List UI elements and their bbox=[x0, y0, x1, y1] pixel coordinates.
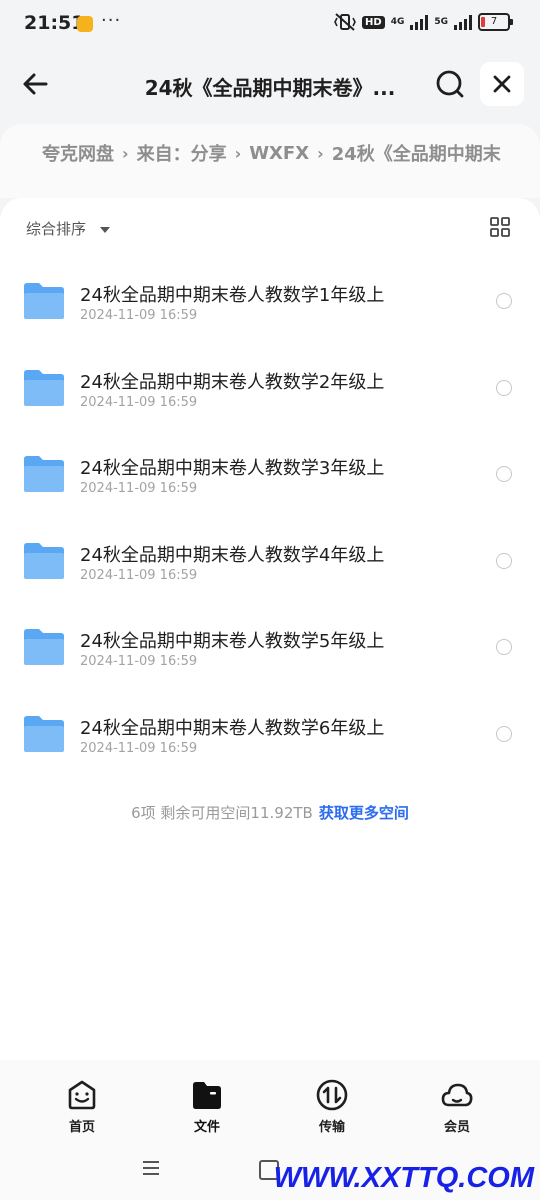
notification-icon bbox=[77, 16, 93, 32]
chevron-right-icon: › bbox=[234, 143, 242, 163]
caret-down-icon bbox=[100, 226, 111, 233]
grid-view-icon[interactable] bbox=[490, 217, 510, 237]
breadcrumb-item-current: 24秋《全品期中期末 bbox=[331, 144, 501, 165]
hd-badge: HD bbox=[362, 15, 385, 29]
select-radio[interactable] bbox=[496, 725, 512, 742]
status-bar: 21:51 ··· HD 4G 5G 7 bbox=[0, 0, 540, 48]
bottom-nav: 首页 文件 传输 会员 bbox=[0, 1060, 540, 1140]
folder-filled-icon bbox=[193, 1082, 221, 1109]
nav-item-member[interactable]: 会员 bbox=[412, 1078, 502, 1135]
file-list: 24秋全品期中期末卷人教数学1年级上 2024-11-09 16:59 24秋全… bbox=[0, 254, 540, 774]
breadcrumb-item-wxfx[interactable]: WXFX bbox=[249, 143, 309, 164]
nav-label-files: 文件 bbox=[193, 1120, 220, 1135]
network-5g-label: 5G bbox=[434, 16, 448, 27]
get-more-space-link[interactable]: 获取更多空间 bbox=[319, 804, 409, 822]
signal-icon bbox=[410, 14, 429, 30]
folder-icon bbox=[24, 715, 64, 752]
folder-icon bbox=[24, 283, 64, 319]
nav-item-files[interactable]: 文件 bbox=[162, 1078, 252, 1135]
file-name: 24秋全品期中期末卷人教数学6年级上 bbox=[80, 717, 385, 739]
file-list-card: 综合排序 24秋全品期中期末卷人教数学1年级上 2024-11-09 16:59… bbox=[0, 198, 540, 1060]
breadcrumb-item-root[interactable]: 夸克网盘 bbox=[42, 140, 114, 166]
transfer-icon bbox=[316, 1079, 348, 1111]
folder-icon bbox=[24, 456, 64, 493]
chevron-right-icon: › bbox=[317, 143, 324, 163]
file-name: 24秋全品期中期末卷人教数学3年级上 bbox=[80, 458, 385, 480]
file-name: 24秋全品期中期末卷人教数学2年级上 bbox=[80, 371, 385, 393]
home-face-icon bbox=[68, 1080, 96, 1110]
nav-item-transfer[interactable]: 传输 bbox=[287, 1078, 377, 1135]
nav-label-home: 首页 bbox=[68, 1120, 95, 1135]
file-date: 2024-11-09 16:59 bbox=[80, 654, 198, 670]
select-radio[interactable] bbox=[496, 639, 512, 656]
list-item[interactable]: 24秋全品期中期末卷人教数学1年级上 2024-11-09 16:59 bbox=[0, 254, 540, 341]
file-name: 24秋全品期中期末卷人教数学4年级上 bbox=[80, 544, 385, 566]
menu-icon[interactable] bbox=[142, 1160, 160, 1176]
folder-icon bbox=[24, 629, 64, 666]
file-date: 2024-11-09 16:59 bbox=[80, 481, 198, 497]
close-button[interactable] bbox=[480, 62, 524, 106]
select-radio[interactable] bbox=[496, 379, 512, 396]
app-header: 24秋《全品期中期末卷》... bbox=[0, 56, 540, 116]
nav-item-home[interactable]: 首页 bbox=[37, 1078, 127, 1135]
list-item[interactable]: 24秋全品期中期末卷人教数学5年级上 2024-11-09 16:59 bbox=[0, 600, 540, 687]
list-item[interactable]: 24秋全品期中期末卷人教数学4年级上 2024-11-09 16:59 bbox=[0, 514, 540, 601]
nav-label-member: 会员 bbox=[443, 1120, 470, 1135]
storage-summary: 6项 剩余可用空间11.92TB 获取更多空间 bbox=[0, 802, 540, 823]
folder-icon bbox=[24, 542, 64, 579]
chevron-right-icon: › bbox=[122, 143, 129, 163]
breadcrumb-item-share[interactable]: 来自：分享 bbox=[137, 140, 227, 166]
file-date: 2024-11-09 16:59 bbox=[80, 567, 198, 583]
select-radio[interactable] bbox=[496, 293, 512, 309]
page-title: 24秋《全品期中期末卷》... bbox=[144, 76, 396, 100]
back-arrow-icon[interactable] bbox=[18, 66, 54, 102]
storage-info-text: 6项 剩余可用空间11.92TB bbox=[131, 804, 313, 822]
breadcrumb-card: 夸克网盘 › 来自：分享 › WXFX › 24秋《全品期中期末 bbox=[0, 124, 540, 198]
system-nav-bar: WWW.XXTTQ.COM bbox=[0, 1140, 540, 1200]
signal-icon bbox=[454, 14, 472, 30]
close-icon bbox=[493, 75, 511, 93]
folder-icon bbox=[24, 369, 64, 406]
watermark-text: WWW.XXTTQ.COM bbox=[273, 1162, 534, 1194]
vibrate-icon bbox=[334, 13, 356, 31]
list-item[interactable]: 24秋全品期中期末卷人教数学3年级上 2024-11-09 16:59 bbox=[0, 427, 540, 514]
file-name: 24秋全品期中期末卷人教数学1年级上 bbox=[80, 285, 385, 306]
nav-label-transfer: 传输 bbox=[318, 1120, 345, 1135]
file-date: 2024-11-09 16:59 bbox=[80, 740, 198, 756]
sort-dropdown[interactable]: 综合排序 bbox=[26, 218, 111, 239]
file-date: 2024-11-09 16:59 bbox=[80, 308, 198, 323]
list-item[interactable]: 24秋全品期中期末卷人教数学6年级上 2024-11-09 16:59 bbox=[0, 687, 540, 774]
select-radio[interactable] bbox=[496, 466, 512, 483]
status-time: 21:51 bbox=[24, 12, 85, 34]
select-radio[interactable] bbox=[496, 552, 512, 569]
search-icon[interactable] bbox=[432, 66, 468, 102]
battery-icon: 7 bbox=[478, 13, 513, 31]
breadcrumb: 夸克网盘 › 来自：分享 › WXFX › 24秋《全品期中期末 bbox=[42, 140, 540, 166]
cloud-icon bbox=[441, 1083, 473, 1107]
more-notifications-icon: ··· bbox=[101, 10, 122, 31]
file-date: 2024-11-09 16:59 bbox=[80, 394, 198, 410]
network-4g-label: 4G bbox=[390, 16, 405, 27]
file-name: 24秋全品期中期末卷人教数学5年级上 bbox=[80, 631, 385, 653]
list-item[interactable]: 24秋全品期中期末卷人教数学2年级上 2024-11-09 16:59 bbox=[0, 341, 540, 428]
sort-label: 综合排序 bbox=[26, 220, 87, 238]
